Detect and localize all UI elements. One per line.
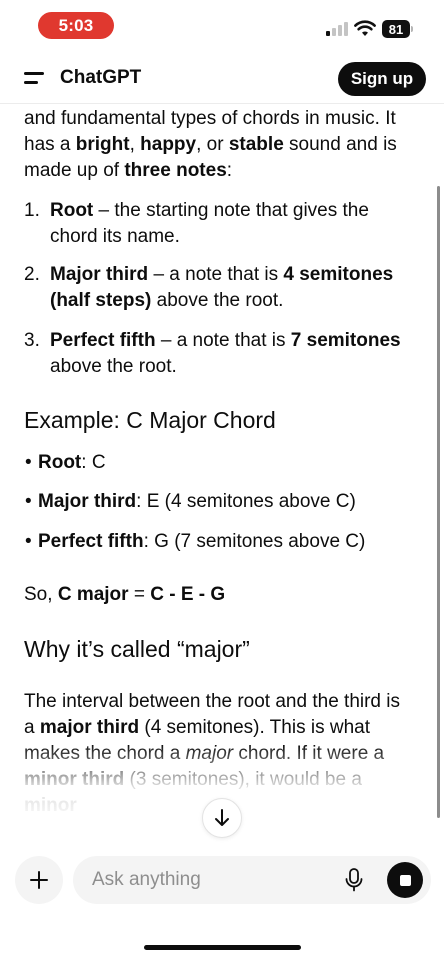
attach-plus-button[interactable] (15, 856, 63, 904)
cellular-signal-icon (326, 22, 348, 36)
microphone-icon[interactable] (345, 868, 363, 892)
why-heading: Why it’s called “major” (24, 636, 250, 662)
app-header: ChatGPT Sign up (0, 54, 444, 104)
message-composer (73, 856, 431, 904)
hamburger-menu-icon[interactable] (24, 72, 46, 86)
intro-paragraph: and fundamental types of chords in music… (24, 108, 397, 181)
bullet-dot: • (25, 491, 32, 512)
conversation-area[interactable]: and fundamental types of chords in music… (0, 104, 444, 850)
arrow-down-icon (215, 809, 229, 826)
bullet-dot: • (25, 531, 32, 552)
list-number: 1. (24, 200, 40, 221)
sign-up-button[interactable]: Sign up (338, 62, 426, 96)
plus-icon (30, 871, 48, 889)
wifi-icon (354, 20, 376, 36)
home-indicator[interactable] (144, 945, 301, 950)
stop-generating-button[interactable] (387, 862, 423, 898)
status-time: 5:03 (38, 12, 114, 39)
scrollbar[interactable] (437, 186, 440, 818)
app-title: ChatGPT (60, 67, 142, 88)
prompt-input[interactable] (92, 868, 332, 892)
stop-icon (399, 874, 411, 886)
status-bar: 5:03 81 (0, 0, 444, 54)
list-number: 2. (24, 264, 40, 285)
example-heading: Example: C Major Chord (24, 407, 276, 433)
summary-line: So, C major = C - E - G (24, 584, 226, 605)
battery-icon: 81 (382, 20, 414, 38)
list-number: 3. (24, 330, 40, 351)
battery-level: 81 (382, 20, 410, 38)
bullet-dot: • (25, 452, 32, 473)
scroll-to-bottom-button[interactable] (202, 798, 242, 838)
